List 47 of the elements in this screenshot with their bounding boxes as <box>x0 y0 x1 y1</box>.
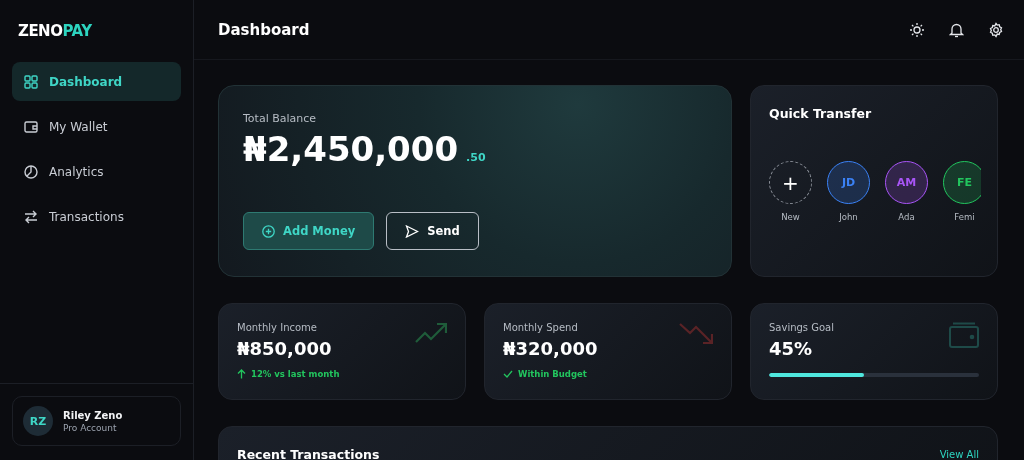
contact-avatar[interactable]: AM <box>885 161 928 204</box>
card-title: Quick Transfer <box>769 106 873 121</box>
view-all-link[interactable]: View All <box>939 449 979 460</box>
sidebar-item[interactable]: Transactions <box>12 197 181 236</box>
grid-icon <box>24 74 38 89</box>
contact-name: Femi <box>954 212 975 222</box>
bell-icon[interactable] <box>949 21 964 38</box>
trend-up-icon <box>415 322 447 344</box>
user-plan: Pro Account <box>63 422 118 433</box>
check-icon <box>503 370 513 378</box>
card-title: Recent Transactions <box>237 447 380 460</box>
stat-value: ₦850,000 <box>237 338 332 359</box>
send-icon <box>405 224 420 238</box>
arrow-up-icon <box>237 369 246 379</box>
stat-label: Monthly Income <box>237 322 318 333</box>
balance-label: Total Balance <box>243 112 318 125</box>
wallet-icon <box>24 119 38 134</box>
contact-name: John <box>839 212 858 222</box>
add-money-button[interactable]: Add Money <box>243 212 375 250</box>
sun-icon[interactable] <box>909 21 925 38</box>
brand-logo: ZENOPAY <box>17 21 93 42</box>
stat-label: Savings Goal <box>769 322 835 333</box>
stat-value: ₦320,000 <box>503 338 598 359</box>
contact-avatar[interactable]: FE <box>943 161 981 204</box>
page-title: Dashboard <box>218 20 310 39</box>
plus-circle-icon <box>262 224 275 238</box>
user-avatar: RZ <box>23 406 53 436</box>
wallet-icon <box>949 322 979 348</box>
trend-down-icon <box>679 322 713 346</box>
pie-chart-icon <box>24 164 38 179</box>
balance-amount: ₦2,450,000 <box>243 129 459 169</box>
settings-icon[interactable] <box>988 21 1004 38</box>
budget-note: Within Budget <box>503 369 713 379</box>
user-name: Riley Zeno <box>63 409 123 421</box>
sidebar-item[interactable]: Analytics <box>12 152 181 191</box>
contact-name: Ada <box>898 212 915 222</box>
swap-arrows-icon <box>24 209 38 224</box>
trend-note: 12% vs last month <box>237 369 447 379</box>
user-card[interactable]: RZ Riley Zeno Pro Account <box>12 396 181 446</box>
send-button[interactable]: Send <box>386 212 479 250</box>
stat-value: 45% <box>769 338 814 359</box>
sidebar-item[interactable]: Dashboard <box>12 62 181 101</box>
stat-label: Monthly Spend <box>503 322 579 333</box>
sidebar-item[interactable]: My Wallet <box>12 107 181 146</box>
contact-name: New <box>781 212 800 222</box>
contact-avatar[interactable]: JD <box>827 161 870 204</box>
balance-cents: .50 <box>466 151 486 164</box>
